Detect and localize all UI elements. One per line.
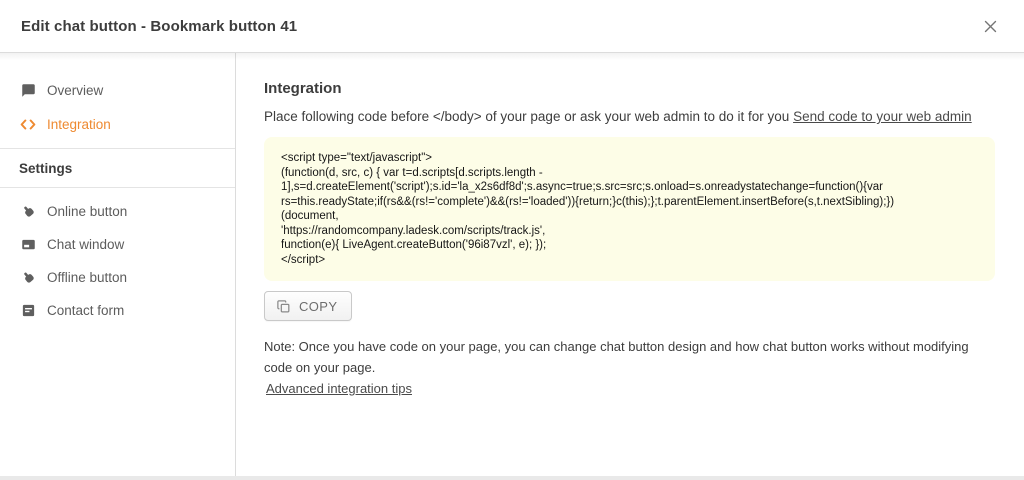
sidebar-item-label: Chat window bbox=[47, 237, 124, 252]
chat-bubble-icon bbox=[20, 82, 36, 98]
sidebar-item-online-button[interactable]: Online button bbox=[0, 195, 235, 228]
copy-button[interactable]: COPY bbox=[264, 291, 352, 321]
advanced-integration-tips-link[interactable]: Advanced integration tips bbox=[266, 381, 412, 396]
sidebar-item-integration[interactable]: Integration bbox=[0, 107, 235, 141]
advanced-tips-row: Advanced integration tips bbox=[266, 378, 995, 399]
sidebar-item-label: Integration bbox=[47, 117, 111, 132]
sidebar-section-settings: Settings bbox=[0, 149, 235, 187]
main-content: Integration Place following code before … bbox=[236, 53, 1024, 476]
close-button[interactable] bbox=[977, 13, 1003, 39]
hand-pointer-icon bbox=[20, 270, 36, 286]
code-line: rs=this.readyState;if(rs&&(rs!='complete… bbox=[281, 195, 978, 210]
sidebar-item-label: Overview bbox=[47, 83, 103, 98]
sidebar-item-contact-form[interactable]: Contact form bbox=[0, 294, 235, 327]
code-line: function(e){ LiveAgent.createButton('96i… bbox=[281, 238, 978, 253]
settings-group: Online button Chat window Offline button bbox=[0, 187, 235, 327]
sidebar-item-label: Offline button bbox=[47, 270, 127, 285]
code-line: (function(d, src, c) { var t=d.scripts[d… bbox=[281, 166, 978, 181]
dialog-title: Edit chat button - Bookmark button 41 bbox=[21, 18, 297, 35]
page-title: Integration bbox=[264, 79, 995, 99]
sidebar-item-label: Online button bbox=[47, 204, 127, 219]
code-line: </script> bbox=[281, 253, 978, 268]
code-line: (document, bbox=[281, 209, 978, 224]
instruction-body: Place following code before </body> of y… bbox=[264, 109, 793, 124]
form-icon bbox=[20, 303, 36, 319]
code-line: 1],s=d.createElement('script');s.id='la_… bbox=[281, 180, 978, 195]
dialog-body: Overview Integration Settings Online but… bbox=[0, 53, 1024, 476]
hand-pointer-icon bbox=[20, 204, 36, 220]
sidebar: Overview Integration Settings Online but… bbox=[0, 53, 236, 476]
copy-button-label: COPY bbox=[299, 299, 337, 314]
instruction-text: Place following code before </body> of y… bbox=[264, 107, 995, 127]
sidebar-item-overview[interactable]: Overview bbox=[0, 73, 235, 107]
sidebar-item-chat-window[interactable]: Chat window bbox=[0, 228, 235, 261]
dialog-header: Edit chat button - Bookmark button 41 bbox=[0, 0, 1024, 53]
window-icon bbox=[20, 237, 36, 253]
sidebar-item-label: Contact form bbox=[47, 303, 124, 318]
sidebar-item-offline-button[interactable]: Offline button bbox=[0, 261, 235, 294]
note-text: Note: Once you have code on your page, y… bbox=[264, 336, 995, 378]
code-line: 'https://randomcompany.ladesk.com/script… bbox=[281, 224, 978, 239]
send-code-link[interactable]: Send code to your web admin bbox=[793, 109, 972, 124]
code-icon bbox=[20, 116, 36, 132]
integration-code-block[interactable]: <script type="text/javascript"> (functio… bbox=[264, 137, 995, 281]
code-line: <script type="text/javascript"> bbox=[281, 151, 978, 166]
close-icon bbox=[983, 19, 998, 34]
copy-icon bbox=[276, 299, 291, 314]
page-background-edge bbox=[0, 476, 1024, 480]
edit-chat-button-dialog: Edit chat button - Bookmark button 41 Ov… bbox=[0, 0, 1024, 480]
